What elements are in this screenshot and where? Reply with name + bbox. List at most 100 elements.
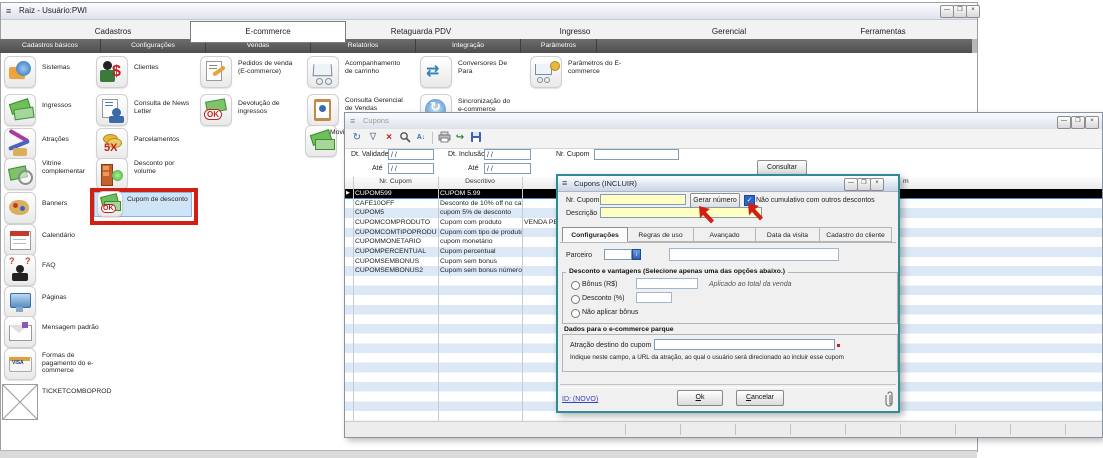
nav-acompanhamento-carrinho[interactable]: Acompanhamento de carrinho bbox=[345, 60, 403, 75]
dialog-nr-cupom-input[interactable] bbox=[600, 194, 686, 205]
cupons-restore-button[interactable]: ❐ bbox=[1071, 116, 1085, 129]
clear-filter-icon[interactable]: × bbox=[382, 131, 396, 145]
nr-cupom-filter-input[interactable] bbox=[594, 149, 679, 160]
menu-cadastros-basicos[interactable]: Cadastros básicos bbox=[0, 39, 101, 53]
atracao-input[interactable] bbox=[654, 339, 835, 350]
paperclip-icon[interactable] bbox=[885, 389, 895, 409]
sort-icon[interactable]: A↓ bbox=[414, 131, 428, 145]
save-icon[interactable] bbox=[469, 131, 483, 145]
cupons-menu-hamburger-icon[interactable]: ≡ bbox=[350, 113, 355, 129]
nav-ticketcomboprod[interactable]: TICKETCOMBOPROD bbox=[42, 388, 132, 396]
nav-parametros-ecommerce[interactable]: Parâmetros do E-commerce bbox=[568, 60, 626, 75]
nav-desconto-por-volume[interactable]: Desconto por volume bbox=[134, 160, 192, 175]
nav-cupom-de-desconto[interactable]: Cupom de desconto bbox=[127, 196, 189, 204]
dialog-close-button[interactable]: × bbox=[870, 178, 884, 191]
cupom-de-desconto-icon[interactable]: OK bbox=[97, 191, 123, 217]
nav-calendario[interactable]: Calendário bbox=[42, 232, 100, 240]
minimize-button[interactable]: — bbox=[940, 5, 954, 18]
desconto-por-volume-icon[interactable] bbox=[96, 158, 128, 190]
print-icon[interactable] bbox=[437, 131, 451, 145]
nav-paginas[interactable]: Páginas bbox=[42, 294, 100, 302]
col-header-nr-cupom[interactable]: Nr. Cupom bbox=[353, 178, 438, 185]
parametros-ecommerce-icon[interactable] bbox=[530, 56, 562, 88]
atracoes-icon[interactable] bbox=[4, 128, 36, 160]
dialog-tab-avancado[interactable]: Avançado bbox=[694, 227, 756, 242]
nav-devolucao-de-ingressos[interactable]: Devolução de ingressos bbox=[238, 100, 296, 115]
nav-ingressos[interactable]: Ingressos bbox=[42, 102, 100, 110]
nav-faq[interactable]: FAQ bbox=[42, 262, 100, 270]
banners-icon[interactable] bbox=[4, 192, 36, 224]
faq-icon[interactable]: ? ? bbox=[4, 254, 36, 286]
nav-sincronizacao-ecommerce[interactable]: Sincronização do e-commerce bbox=[458, 98, 516, 113]
dialog-tab-data-da-visita[interactable]: Data da visita bbox=[756, 227, 820, 242]
menu-integracao[interactable]: Integração bbox=[416, 39, 521, 53]
close-button[interactable]: × bbox=[966, 5, 980, 18]
paginas-icon[interactable] bbox=[4, 286, 36, 318]
nav-atracoes[interactable]: Atrações bbox=[42, 136, 100, 144]
desconto-input[interactable] bbox=[636, 292, 672, 303]
restore-button[interactable]: ❐ bbox=[953, 5, 967, 18]
nao-cumulativo-label[interactable]: Não cumulativo com outros descontos bbox=[756, 197, 886, 204]
ate-inclusao-input[interactable]: / / bbox=[484, 163, 531, 174]
desconto-radio[interactable] bbox=[571, 295, 580, 304]
devolucao-de-ingressos-icon[interactable]: OK bbox=[200, 94, 232, 126]
parceiro-lookup-button[interactable]: ↕ bbox=[632, 249, 641, 260]
search-icon[interactable] bbox=[398, 131, 412, 145]
acompanhamento-carrinho-icon[interactable] bbox=[307, 56, 339, 88]
conversores-de-para-icon[interactable]: ⇄ bbox=[420, 56, 452, 88]
consultar-button[interactable]: Consultar bbox=[757, 160, 807, 175]
cupons-minimize-button[interactable]: — bbox=[1057, 116, 1071, 129]
cupons-close-button[interactable]: × bbox=[1085, 116, 1099, 129]
id-novo-link[interactable]: ID: (NOVO) bbox=[562, 396, 598, 403]
nao-aplicar-label[interactable]: Não aplicar bônus bbox=[582, 309, 638, 316]
nav-sistemas[interactable]: Sistemas bbox=[42, 64, 100, 72]
ok-button[interactable]: Ok bbox=[677, 390, 723, 406]
dialog-tab-cadastro-do-cliente[interactable]: Cadastro do cliente bbox=[820, 227, 892, 242]
consulta-news-letter-icon[interactable] bbox=[96, 94, 128, 126]
nav-mensagem-padrao[interactable]: Mensagem padrão bbox=[42, 324, 100, 332]
nav-formas-pagamento[interactable]: Formas de pagamento do e-commerce bbox=[42, 352, 100, 375]
calendario-icon[interactable] bbox=[4, 224, 36, 256]
ate-validade-input[interactable]: / / bbox=[388, 163, 434, 174]
clientes-icon[interactable]: $ bbox=[96, 56, 128, 88]
dialog-tab-configuracoes[interactable]: Configurações bbox=[562, 227, 628, 242]
dt-validade-input[interactable]: / / bbox=[388, 149, 434, 160]
formas-pagamento-icon[interactable]: VISA bbox=[4, 348, 36, 380]
pedidos-de-venda-icon[interactable] bbox=[200, 56, 232, 88]
sistemas-icon[interactable] bbox=[4, 56, 36, 88]
ticketcomboprod-icon[interactable] bbox=[2, 384, 38, 420]
bonus-radio[interactable] bbox=[571, 281, 580, 290]
mensagem-padrao-icon[interactable] bbox=[4, 316, 36, 348]
dialog-descricao-input[interactable] bbox=[600, 207, 762, 218]
desconto-label[interactable]: Desconto (%) bbox=[582, 295, 624, 302]
vitrine-complementar-icon[interactable] bbox=[4, 158, 36, 190]
menu-hamburger-icon[interactable]: ≡ bbox=[6, 3, 11, 19]
ingressos-icon[interactable] bbox=[4, 94, 36, 126]
nav-pedidos-de-venda[interactable]: Pedidos de venda (E-commerce) bbox=[238, 60, 296, 75]
dialog-restore-button[interactable]: ❐ bbox=[857, 178, 871, 191]
refresh-icon[interactable]: ↻ bbox=[350, 131, 364, 145]
dialog-menu-hamburger-icon[interactable]: ≡ bbox=[562, 176, 567, 191]
nav-vitrine-complementar[interactable]: Vitrine complementar bbox=[42, 160, 100, 175]
nav-clientes[interactable]: Clientes bbox=[134, 64, 192, 72]
nao-aplicar-radio[interactable] bbox=[571, 309, 580, 318]
nav-parcelamentos[interactable]: Parcelamentos bbox=[134, 136, 192, 144]
cancelar-button[interactable]: Cancelar bbox=[736, 390, 784, 406]
tab-ecommerce[interactable]: E-commerce bbox=[190, 21, 346, 43]
nav-conversores-de-para[interactable]: Conversores De Para bbox=[458, 60, 516, 75]
dt-inclusao-input[interactable]: / / bbox=[484, 149, 531, 160]
bonus-input[interactable] bbox=[636, 278, 698, 289]
cupons-titlebar: ≡ Cupons — ❐ × bbox=[345, 113, 1102, 130]
export-icon[interactable]: ↪ bbox=[453, 131, 467, 145]
menu-parametros[interactable]: Parâmetros bbox=[521, 39, 597, 53]
bonus-label[interactable]: Bônus (R$) bbox=[582, 281, 617, 288]
consulta-gerencial-vendas-icon[interactable] bbox=[307, 94, 339, 126]
dialog-tab-regras-de-uso[interactable]: Regras de uso bbox=[628, 227, 694, 242]
parceiro-input[interactable] bbox=[604, 249, 632, 260]
dialog-minimize-button[interactable]: — bbox=[844, 178, 858, 191]
nav-consulta-news-letter[interactable]: Consulta de News Letter bbox=[134, 100, 192, 115]
filter-icon[interactable]: ∇ bbox=[366, 131, 380, 145]
col-header-descritivo[interactable]: Descritivo bbox=[438, 178, 522, 185]
parcelamentos-icon[interactable]: 5X bbox=[96, 128, 128, 160]
nav-consulta-gerencial-vendas[interactable]: Consulta Gerencial de Vendas bbox=[345, 97, 403, 112]
